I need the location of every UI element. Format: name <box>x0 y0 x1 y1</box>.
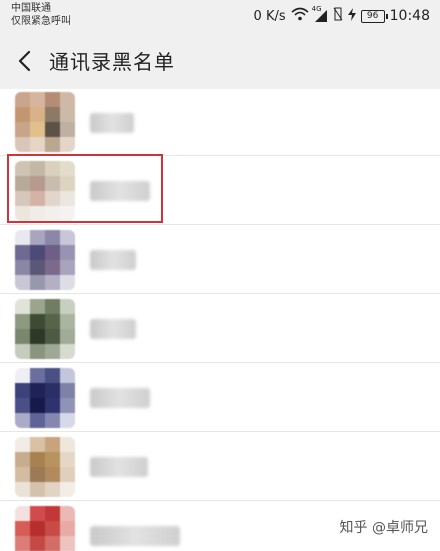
avatar <box>15 161 75 221</box>
no-sim-icon <box>333 7 343 25</box>
watermark: 知乎 @卓师兄 <box>339 520 428 536</box>
contact-row[interactable] <box>0 362 440 432</box>
contact-name-blurred <box>90 388 150 408</box>
carrier-name: 中国联通 <box>11 3 51 14</box>
network-type: 4G <box>311 5 322 13</box>
contact-row[interactable] <box>0 293 440 363</box>
charging-icon <box>347 7 356 25</box>
clock: 10:48 <box>389 8 430 24</box>
avatar <box>15 92 75 152</box>
contact-row[interactable] <box>0 155 440 225</box>
battery-level: 96 <box>366 10 379 21</box>
emergency-only-label: 仅限紧急呼叫 <box>11 16 71 27</box>
blacklist-contact-list <box>0 89 440 551</box>
carrier-info: 中国联通 仅限紧急呼叫 <box>11 2 71 28</box>
back-button[interactable] <box>0 32 48 89</box>
contact-name-blurred <box>90 526 180 546</box>
avatar <box>15 506 75 551</box>
avatar <box>15 230 75 290</box>
contact-name-blurred <box>90 181 150 201</box>
status-bar: 中国联通 仅限紧急呼叫 0 K/s 4G 96 10:48 <box>0 0 440 32</box>
contact-name-blurred <box>90 457 148 477</box>
net-speed: 0 K/s <box>253 8 286 24</box>
contact-name-blurred <box>90 250 136 270</box>
page-title: 通讯录黑名单 <box>49 50 175 74</box>
signal-icon: 4G <box>312 5 328 23</box>
avatar <box>15 299 75 359</box>
contact-row[interactable] <box>0 224 440 294</box>
contact-row[interactable] <box>0 89 440 156</box>
contact-name-blurred <box>90 319 136 339</box>
chevron-left-icon <box>18 50 31 71</box>
avatar <box>15 437 75 497</box>
battery-icon: 96 <box>360 9 388 23</box>
wifi-icon <box>291 7 309 25</box>
contact-name-blurred <box>90 113 134 133</box>
app-header: 通讯录黑名单 <box>0 32 440 89</box>
contact-row[interactable] <box>0 431 440 501</box>
avatar <box>15 368 75 428</box>
status-icons: 0 K/s 4G 96 10:48 <box>253 5 430 26</box>
